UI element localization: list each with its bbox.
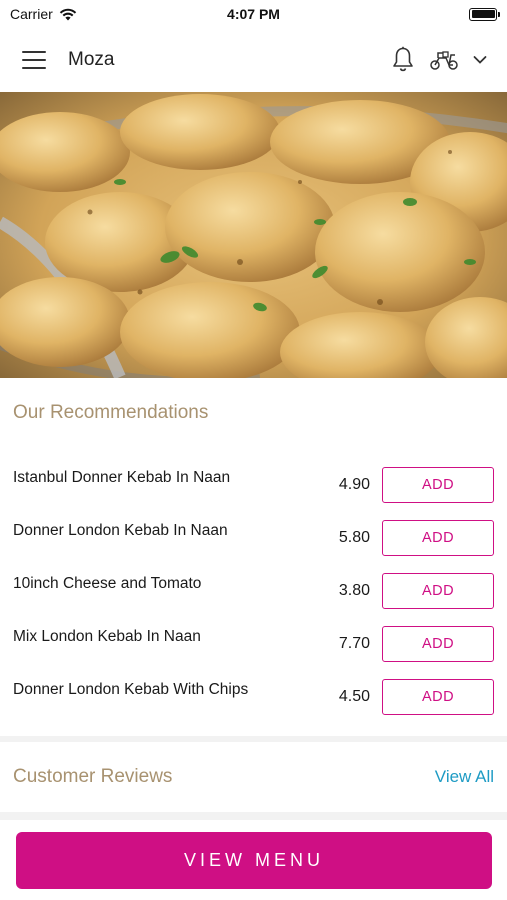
- restaurant-title: Moza: [68, 49, 115, 70]
- item-price: 7.70: [338, 634, 370, 652]
- item-price: 5.80: [338, 528, 370, 546]
- item-name: Mix London Kebab In Naan: [13, 627, 201, 645]
- scooter-icon: [430, 51, 458, 70]
- item-price: 4.90: [338, 475, 370, 493]
- recommendations-title: Our Recommendations: [13, 402, 209, 423]
- section-divider: [0, 812, 507, 820]
- view-all-reviews-link[interactable]: View All: [435, 767, 494, 787]
- header-actions: [391, 46, 487, 74]
- bell-icon: [393, 46, 413, 72]
- status-bar: Carrier 4:07 PM: [0, 0, 507, 28]
- food-photo: [0, 92, 507, 378]
- add-button[interactable]: ADD: [382, 572, 494, 609]
- list-item: Donner London Kebab With Chips 4.50 ADD: [0, 670, 507, 723]
- recommendations-list: Istanbul Donner Kebab In Naan 4.90 ADD D…: [0, 458, 507, 723]
- customer-reviews-section: Customer Reviews View All: [0, 742, 507, 812]
- bottom-bar: VIEW MENU: [0, 820, 507, 900]
- delivery-mode-selector[interactable]: [429, 49, 487, 71]
- add-button[interactable]: ADD: [382, 519, 494, 556]
- item-name: 10inch Cheese and Tomato: [13, 574, 202, 592]
- item-name: Donner London Kebab With Chips: [13, 680, 249, 698]
- chevron-down-icon: [473, 56, 487, 64]
- item-name: Istanbul Donner Kebab In Naan: [13, 468, 231, 486]
- app-header: Moza: [0, 28, 507, 92]
- view-menu-button[interactable]: VIEW MENU: [16, 832, 492, 889]
- add-button[interactable]: ADD: [382, 466, 494, 503]
- notifications-button[interactable]: [391, 46, 415, 74]
- battery-icon: [469, 7, 500, 21]
- reviews-title: Customer Reviews: [13, 766, 173, 787]
- list-item: Mix London Kebab In Naan 7.70 ADD: [0, 617, 507, 670]
- item-price: 4.50: [338, 687, 370, 705]
- list-item: Donner London Kebab In Naan 5.80 ADD: [0, 511, 507, 564]
- add-button[interactable]: ADD: [382, 678, 494, 715]
- list-item: Istanbul Donner Kebab In Naan 4.90 ADD: [0, 458, 507, 511]
- status-time: 4:07 PM: [227, 6, 280, 22]
- list-item: 10inch Cheese and Tomato 3.80 ADD: [0, 564, 507, 617]
- item-name: Donner London Kebab In Naan: [13, 521, 228, 539]
- status-right: [469, 7, 500, 21]
- item-price: 3.80: [338, 581, 370, 599]
- menu-icon[interactable]: [22, 51, 46, 69]
- hero-food-image: [0, 92, 507, 378]
- add-button[interactable]: ADD: [382, 625, 494, 662]
